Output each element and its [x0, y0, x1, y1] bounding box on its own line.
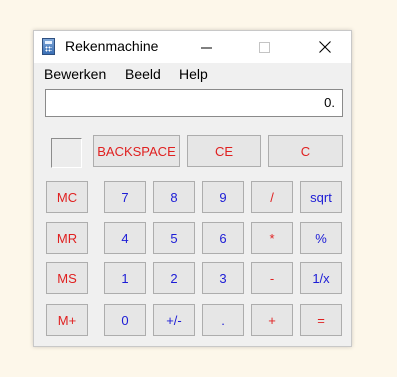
menu-bewerken[interactable]: Bewerken — [44, 66, 106, 82]
calculator-icon — [42, 38, 55, 55]
menu-help[interactable]: Help — [179, 66, 208, 82]
minimize-button[interactable] — [183, 31, 229, 63]
menu-bar: Bewerken Beeld Help — [34, 64, 351, 84]
digit-5-button[interactable]: 5 — [153, 222, 195, 254]
memory-recall-button[interactable]: MR — [46, 222, 88, 254]
close-icon — [319, 41, 331, 53]
digit-7-button[interactable]: 7 — [104, 181, 146, 213]
maximize-button[interactable] — [241, 31, 287, 63]
digit-2-button[interactable]: 2 — [153, 262, 195, 294]
decimal-button[interactable]: . — [202, 304, 244, 336]
window-title: Rekenmachine — [65, 38, 159, 54]
clear-entry-button[interactable]: CE — [187, 135, 261, 167]
digit-3-button[interactable]: 3 — [202, 262, 244, 294]
minimize-icon — [200, 47, 212, 48]
maximize-icon — [258, 41, 270, 53]
calculator-window: Rekenmachine Bewerken Beeld Help 0. BACK… — [33, 30, 352, 347]
digit-4-button[interactable]: 4 — [104, 222, 146, 254]
divide-button[interactable]: / — [251, 181, 293, 213]
multiply-button[interactable]: * — [251, 222, 293, 254]
reciprocal-button[interactable]: 1/x — [300, 262, 342, 294]
title-bar[interactable]: Rekenmachine — [34, 31, 351, 63]
clear-button[interactable]: C — [268, 135, 343, 167]
menu-beeld[interactable]: Beeld — [125, 66, 161, 82]
memory-add-button[interactable]: M+ — [46, 304, 88, 336]
percent-button[interactable]: % — [300, 222, 342, 254]
equals-button[interactable]: = — [300, 304, 342, 336]
memory-indicator — [51, 138, 82, 168]
add-button[interactable]: + — [251, 304, 293, 336]
digit-1-button[interactable]: 1 — [104, 262, 146, 294]
result-display: 0. — [45, 89, 343, 117]
digit-8-button[interactable]: 8 — [153, 181, 195, 213]
backspace-button[interactable]: BACKSPACE — [93, 135, 180, 167]
subtract-button[interactable]: - — [251, 262, 293, 294]
sign-toggle-button[interactable]: +/- — [153, 304, 195, 336]
digit-0-button[interactable]: 0 — [104, 304, 146, 336]
digit-6-button[interactable]: 6 — [202, 222, 244, 254]
close-button[interactable] — [299, 31, 351, 63]
digit-9-button[interactable]: 9 — [202, 181, 244, 213]
memory-store-button[interactable]: MS — [46, 262, 88, 294]
memory-clear-button[interactable]: MC — [46, 181, 88, 213]
sqrt-button[interactable]: sqrt — [300, 181, 342, 213]
